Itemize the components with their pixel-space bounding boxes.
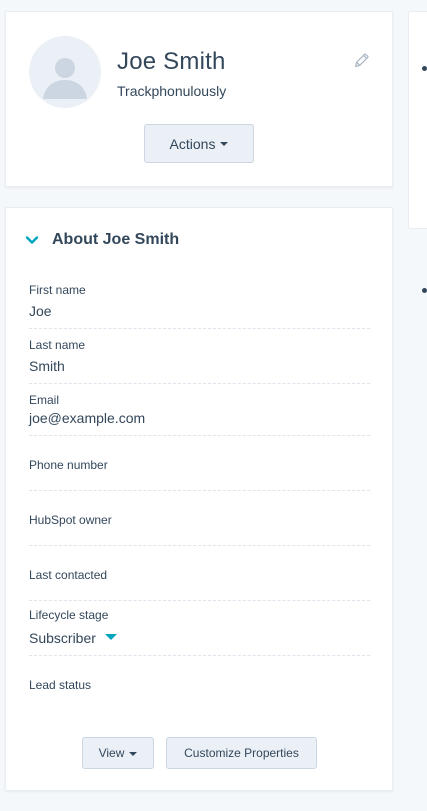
property-lifecycle-stage[interactable]: Lifecycle stage Subscriber <box>29 601 370 656</box>
timeline-dot <box>422 66 427 71</box>
chevron-down-icon <box>25 236 39 244</box>
property-email[interactable]: Email joe@example.com <box>29 384 370 436</box>
contact-profile-card: Joe Smith Trackphonulously Actions <box>5 11 393 187</box>
property-value: Joe <box>29 303 52 319</box>
section-title: About Joe Smith <box>52 231 180 248</box>
customize-properties-label: Customize Properties <box>184 746 299 760</box>
contact-name: Joe Smith <box>117 48 226 75</box>
avatar-placeholder-icon <box>29 36 101 108</box>
property-label: Lead status <box>29 678 92 692</box>
activity-panel-edge <box>408 11 427 229</box>
view-button-label: View <box>98 746 125 760</box>
actions-button[interactable]: Actions <box>144 124 254 163</box>
customize-properties-button[interactable]: Customize Properties <box>166 737 317 769</box>
caret-down-icon <box>129 751 138 756</box>
property-lead-status[interactable]: Lead status <box>29 656 370 701</box>
lifecycle-stage-select[interactable]: Subscriber <box>29 630 117 646</box>
property-label: Lifecycle stage <box>29 608 109 622</box>
property-last-contacted[interactable]: Last contacted <box>29 546 370 601</box>
pencil-icon[interactable] <box>352 52 370 70</box>
caret-down-icon <box>220 142 229 146</box>
actions-button-label: Actions <box>169 135 216 152</box>
property-last-name[interactable]: Last name Smith <box>29 329 370 384</box>
about-section-card: About Joe Smith First name Joe Last name… <box>5 207 393 791</box>
caret-down-icon <box>104 634 117 641</box>
property-value: joe@example.com <box>29 410 146 426</box>
avatar[interactable] <box>29 36 101 108</box>
about-section-toggle[interactable]: About Joe Smith <box>25 231 179 249</box>
property-label: Last contacted <box>29 568 108 582</box>
property-hubspot-owner[interactable]: HubSpot owner <box>29 491 370 546</box>
property-label: Email <box>29 393 60 407</box>
property-label: HubSpot owner <box>29 513 112 527</box>
timeline-dot <box>422 288 427 293</box>
property-first-name[interactable]: First name Joe <box>29 274 370 329</box>
property-value: Smith <box>29 358 65 374</box>
view-button[interactable]: View <box>82 737 154 769</box>
property-label: Phone number <box>29 458 108 472</box>
property-label: Last name <box>29 338 86 352</box>
property-phone-number[interactable]: Phone number <box>29 436 370 491</box>
company-name[interactable]: Trackphonulously <box>117 83 226 99</box>
property-value: Subscriber <box>29 630 96 646</box>
property-label: First name <box>29 283 86 297</box>
